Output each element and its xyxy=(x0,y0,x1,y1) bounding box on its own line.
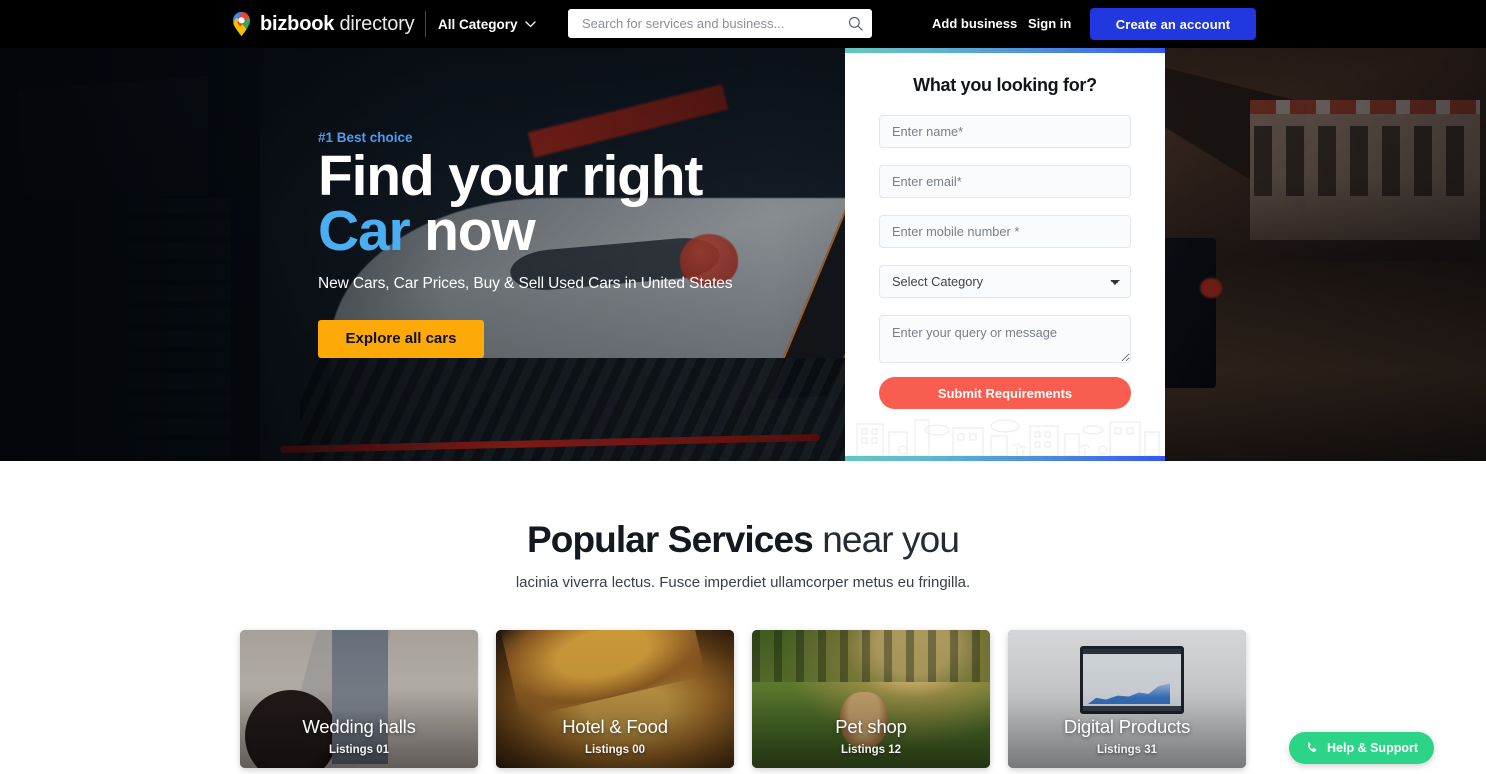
page-root: bizbook directory All Category Add busin… xyxy=(0,0,1486,774)
service-card-count: Listings 31 xyxy=(1096,744,1158,756)
chevron-down-icon xyxy=(524,20,536,27)
search-button[interactable] xyxy=(838,9,872,38)
all-category-dropdown[interactable]: All Category xyxy=(438,0,536,48)
service-card-count: Listings 01 xyxy=(328,744,390,756)
section-title-bold: Popular Services xyxy=(526,519,814,560)
lead-form-card: What you looking for? Select Category Su… xyxy=(845,48,1165,461)
service-card-hotel-food[interactable]: Hotel & Food Listings 00 xyxy=(496,630,734,768)
service-card-digital-products[interactable]: Digital Products Listings 31 xyxy=(1008,630,1246,768)
search-box[interactable] xyxy=(568,9,872,38)
search-input[interactable] xyxy=(568,16,838,31)
lead-form-body: What you looking for? Select Category Su… xyxy=(845,53,1165,456)
header-divider xyxy=(425,11,426,37)
brand-logo[interactable]: bizbook directory xyxy=(232,0,415,48)
service-card-pet-shop[interactable]: Pet shop Listings 12 xyxy=(752,630,990,768)
help-and-support-button[interactable]: Help & Support xyxy=(1289,732,1434,764)
city-skyline-illustration xyxy=(856,419,1160,456)
help-button-label: Help & Support xyxy=(1327,741,1418,755)
phone-icon xyxy=(1307,742,1317,752)
search-icon xyxy=(848,16,863,31)
hero-badge: #1 Best choice xyxy=(318,130,413,145)
section-title-rest: near you xyxy=(812,519,960,560)
hero-title-rest: now xyxy=(409,199,536,263)
lead-category-select[interactable]: Select Category xyxy=(879,265,1131,298)
lead-message-textarea[interactable] xyxy=(879,315,1131,363)
brand-name: bizbook directory xyxy=(260,12,415,36)
service-card-label: Hotel & Food xyxy=(562,716,668,737)
hero-content: #1 Best choice Find your right Car now N… xyxy=(318,130,848,358)
service-cards-list: Wedding halls Listings 01 Hotel & Food L… xyxy=(0,630,1486,768)
nav-add-business[interactable]: Add business xyxy=(932,16,1017,31)
popular-services-section: Popular Services near you lacinia viverr… xyxy=(0,461,1486,774)
service-card-count: Listings 00 xyxy=(584,744,646,756)
service-card-label: Digital Products xyxy=(1063,716,1191,737)
service-card-label: Pet shop xyxy=(835,716,907,737)
hero-subtitle: New Cars, Car Prices, Buy & Sell Used Ca… xyxy=(318,275,733,292)
lead-name-input[interactable] xyxy=(879,115,1131,148)
hero-section: #1 Best choice Find your right Car now N… xyxy=(0,48,1486,461)
lead-mobile-input[interactable] xyxy=(879,215,1131,248)
map-pin-icon xyxy=(233,12,250,36)
create-account-button[interactable]: Create an account xyxy=(1090,8,1256,40)
hero-title-accent: Car xyxy=(318,199,411,263)
brand-name-bold: bizbook xyxy=(260,12,335,35)
nav-sign-in[interactable]: Sign in xyxy=(1028,16,1071,31)
service-card-wedding-halls[interactable]: Wedding halls Listings 01 xyxy=(240,630,478,768)
hero-title: Find your right Car now xyxy=(318,148,848,260)
section-title: Popular Services near you xyxy=(0,519,1486,561)
explore-all-cars-button[interactable]: Explore all cars xyxy=(318,320,484,358)
all-category-label: All Category xyxy=(438,16,518,32)
lead-email-input[interactable] xyxy=(879,165,1131,198)
section-subtitle: lacinia viverra lectus. Fusce imperdiet … xyxy=(515,574,971,591)
brand-name-light: directory xyxy=(334,12,415,35)
form-bottom-gradient-bar xyxy=(845,456,1165,461)
submit-requirements-button[interactable]: Submit Requirements xyxy=(879,377,1131,409)
service-card-label: Wedding halls xyxy=(302,716,416,737)
lead-form-title: What you looking for? xyxy=(913,75,1097,95)
service-card-count: Listings 12 xyxy=(840,744,902,756)
site-header: bizbook directory All Category Add busin… xyxy=(0,0,1486,48)
